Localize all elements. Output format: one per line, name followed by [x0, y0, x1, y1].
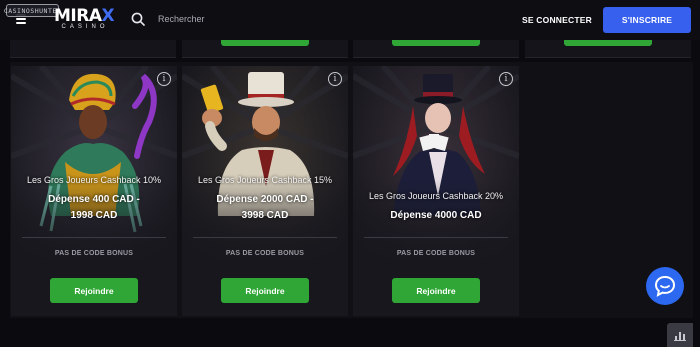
join-button[interactable]: Rejoindre	[221, 278, 309, 303]
cashback-label: Les Gros Joueurs Cashback 20%	[368, 191, 504, 201]
cashback-label: Les Gros Joueurs Cashback 10%	[26, 175, 162, 185]
join-button[interactable]: Rejoindre	[50, 278, 138, 303]
card-divider	[22, 237, 166, 238]
watermark-badge: CASINOSHUNTER	[4, 4, 61, 17]
logo-x: X	[101, 6, 115, 26]
card-divider	[193, 237, 337, 238]
card-divider	[364, 237, 508, 238]
join-button[interactable]: Rejoindre	[392, 278, 480, 303]
logo-text: MIRA	[54, 6, 102, 26]
mirax-logo[interactable]: MIRAX CASINO	[54, 7, 116, 35]
cashback-label: Les Gros Joueurs Cashback 15%	[197, 175, 333, 185]
top-header: CASINOSHUNTER MIRAX CASINO Rechercher SE…	[0, 0, 700, 40]
logo-subtitle: CASINO	[61, 24, 109, 30]
spend-range-line-1: Dépense 2000 CAD -	[216, 194, 314, 205]
bar-chart-icon	[674, 331, 686, 341]
search-input[interactable]: Rechercher	[158, 14, 205, 24]
search-icon[interactable]	[131, 12, 145, 26]
spend-range-line-1: Dépense 400 CAD -	[48, 194, 140, 205]
info-icon[interactable]: i	[157, 72, 171, 86]
spend-range-line-1: Dépense 4000 CAD	[390, 210, 482, 221]
prev-join-button-2[interactable]	[392, 40, 480, 46]
login-button[interactable]: SE CONNECTER	[522, 15, 592, 25]
cashback-card-15: i Les Gros Joueurs Cashback 15% Dépense …	[182, 66, 348, 316]
cashback-card-20: i Les Gros Joueurs Cashback 20% Dépense …	[353, 66, 519, 316]
no-bonus-code-label: PAS DE CODE BONUS	[54, 250, 134, 257]
signup-button[interactable]: S'INSCRIRE	[603, 7, 691, 33]
info-icon[interactable]: i	[328, 72, 342, 86]
prev-join-button-1[interactable]	[221, 40, 309, 46]
chat-bubble-icon	[654, 275, 676, 297]
prev-card-1	[10, 40, 176, 58]
prev-join-button-3[interactable]	[564, 40, 652, 46]
cashback-card-10: i Les Gros Joueurs Cashback 10% Dépense …	[11, 66, 177, 316]
no-bonus-code-label: PAS DE CODE BONUS	[225, 250, 305, 257]
live-chat-button[interactable]	[646, 267, 684, 305]
no-bonus-code-label: PAS DE CODE BONUS	[396, 250, 476, 257]
stats-corner-button[interactable]	[667, 323, 693, 347]
spend-range-line-2: 1998 CAD	[70, 210, 118, 221]
info-icon[interactable]: i	[499, 72, 513, 86]
spend-range-line-2: 3998 CAD	[241, 210, 289, 221]
